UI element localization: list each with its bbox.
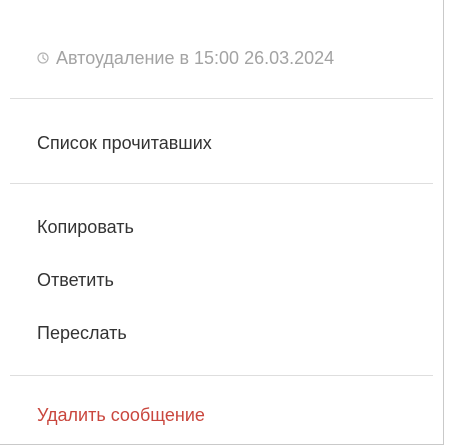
autodelete-text: Автоудаление в 15:00 26.03.2024 [56, 47, 335, 68]
copy-item[interactable]: Копировать [37, 212, 134, 242]
message-context-menu: Автоудаление в 15:00 26.03.2024 Список п… [0, 0, 444, 445]
forward-item[interactable]: Переслать [37, 318, 127, 348]
reply-item[interactable]: Ответить [37, 265, 114, 295]
read-list-item[interactable]: Список прочитавших [37, 128, 212, 158]
delete-message-item[interactable]: Удалить сообщение [37, 400, 205, 430]
divider [10, 375, 433, 376]
divider [10, 183, 433, 184]
autodelete-info: Автоудаление в 15:00 26.03.2024 [37, 44, 334, 72]
clock-icon [37, 52, 49, 64]
divider [10, 98, 433, 99]
